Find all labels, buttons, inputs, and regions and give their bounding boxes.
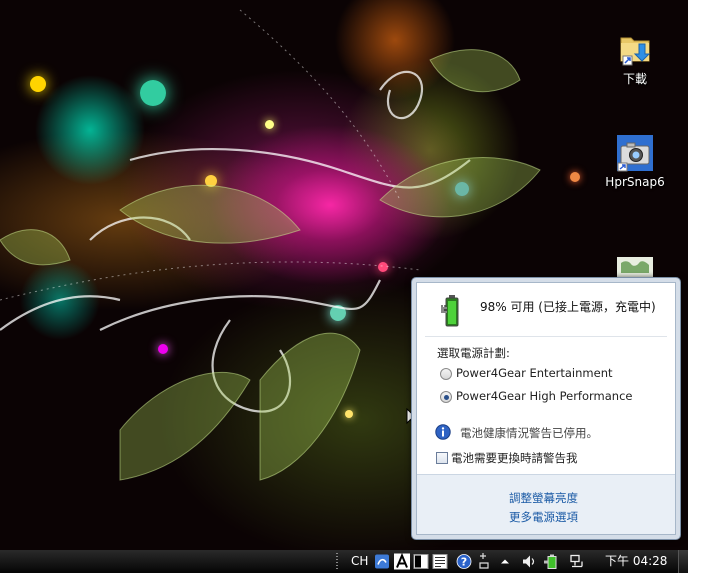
tray-separator (336, 553, 338, 570)
network-icon[interactable] (569, 553, 585, 570)
ime-pad-icon[interactable] (432, 553, 448, 570)
desktop-icon-label: HprSnap6 (605, 175, 665, 189)
clock[interactable]: 下午 04:28 (605, 553, 667, 570)
radio-button[interactable] (440, 368, 452, 380)
power-plan-heading: 選取電源計劃: (437, 346, 510, 360)
desktop-icon-downloads[interactable]: 下載 (605, 28, 665, 87)
language-indicator[interactable]: CH (351, 553, 368, 570)
battery-tray-icon[interactable] (544, 553, 560, 570)
svg-text:?: ? (461, 556, 467, 569)
map-icon (615, 255, 655, 277)
help-icon[interactable]: ? (456, 553, 472, 570)
desktop-icon-label: 下載 (622, 72, 647, 86)
desktop-icon-map[interactable] (605, 255, 665, 279)
battery-charging-icon (441, 295, 459, 327)
desktop-icon-hprsnap6[interactable]: HprSnap6 (605, 133, 665, 189)
power-plan-label: Power4Gear High Performance (456, 389, 633, 403)
battery-status-text: 98% 可用 (已接上電源，充電中) (480, 300, 656, 314)
taskbar: CH ? 下午 04:28 (0, 550, 689, 573)
flyout-panel: 98% 可用 (已接上電源，充電中) 選取電源計劃: Power4Gear En… (416, 282, 676, 535)
downloads-folder-icon (615, 28, 655, 68)
ime-icon[interactable] (374, 553, 390, 570)
camera-icon (615, 133, 655, 173)
volume-icon[interactable] (521, 553, 537, 570)
show-hidden-icons-chevron-up-icon[interactable] (500, 553, 510, 570)
divider (425, 336, 667, 337)
battery-meter-flyout: 98% 可用 (已接上電源，充電中) 選取電源計劃: Power4Gear En… (411, 277, 681, 540)
info-icon (435, 424, 451, 440)
more-power-options-link[interactable]: 更多電源選項 (509, 509, 578, 525)
half-width-icon[interactable] (413, 553, 429, 570)
power-plan-option-high-performance[interactable]: Power4Gear High Performance (439, 388, 659, 405)
flyout-footer: 調整螢幕亮度 更多電源選項 (417, 474, 675, 534)
power-plan-option-entertainment[interactable]: Power4Gear Entertainment (439, 365, 659, 382)
screen-edge (688, 0, 711, 573)
font-a-icon[interactable] (394, 553, 410, 570)
adjust-brightness-link[interactable]: 調整螢幕亮度 (509, 490, 578, 506)
replace-battery-warning-checkbox[interactable]: 電池需要更換時請警告我 (435, 449, 665, 466)
battery-health-notice: 電池健康情況警告已停用。 (460, 426, 598, 440)
checkbox-label: 電池需要更換時請警告我 (451, 451, 578, 465)
checkbox[interactable] (436, 452, 448, 464)
ime-mode-icon[interactable] (478, 553, 490, 570)
power-plan-label: Power4Gear Entertainment (456, 366, 613, 380)
radio-button-selected[interactable] (440, 391, 452, 403)
